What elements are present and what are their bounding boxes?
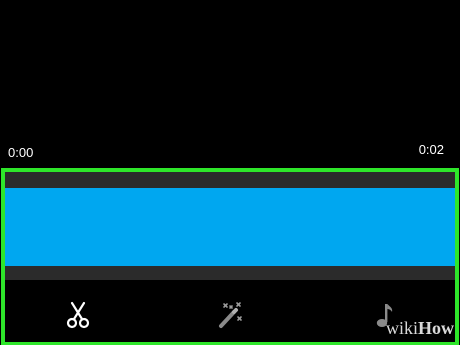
duration-label: 0:02 <box>418 142 444 157</box>
timeline-track-top <box>5 172 455 188</box>
scissors-icon <box>66 301 90 329</box>
current-time-label: 0:00 <box>8 145 34 160</box>
video-clip[interactable] <box>5 188 455 266</box>
video-preview[interactable]: 0:00 0:02 <box>0 0 460 168</box>
effects-button[interactable] <box>213 298 247 332</box>
magic-wand-icon <box>219 302 242 328</box>
timeline-track-bottom <box>5 266 455 280</box>
watermark: wikiHow <box>386 318 454 339</box>
watermark-prefix: wiki <box>385 318 418 338</box>
watermark-suffix: How <box>418 318 454 338</box>
trim-button[interactable] <box>61 298 95 332</box>
video-editor-screen: 0:00 0:02 wikiHow <box>0 0 460 345</box>
